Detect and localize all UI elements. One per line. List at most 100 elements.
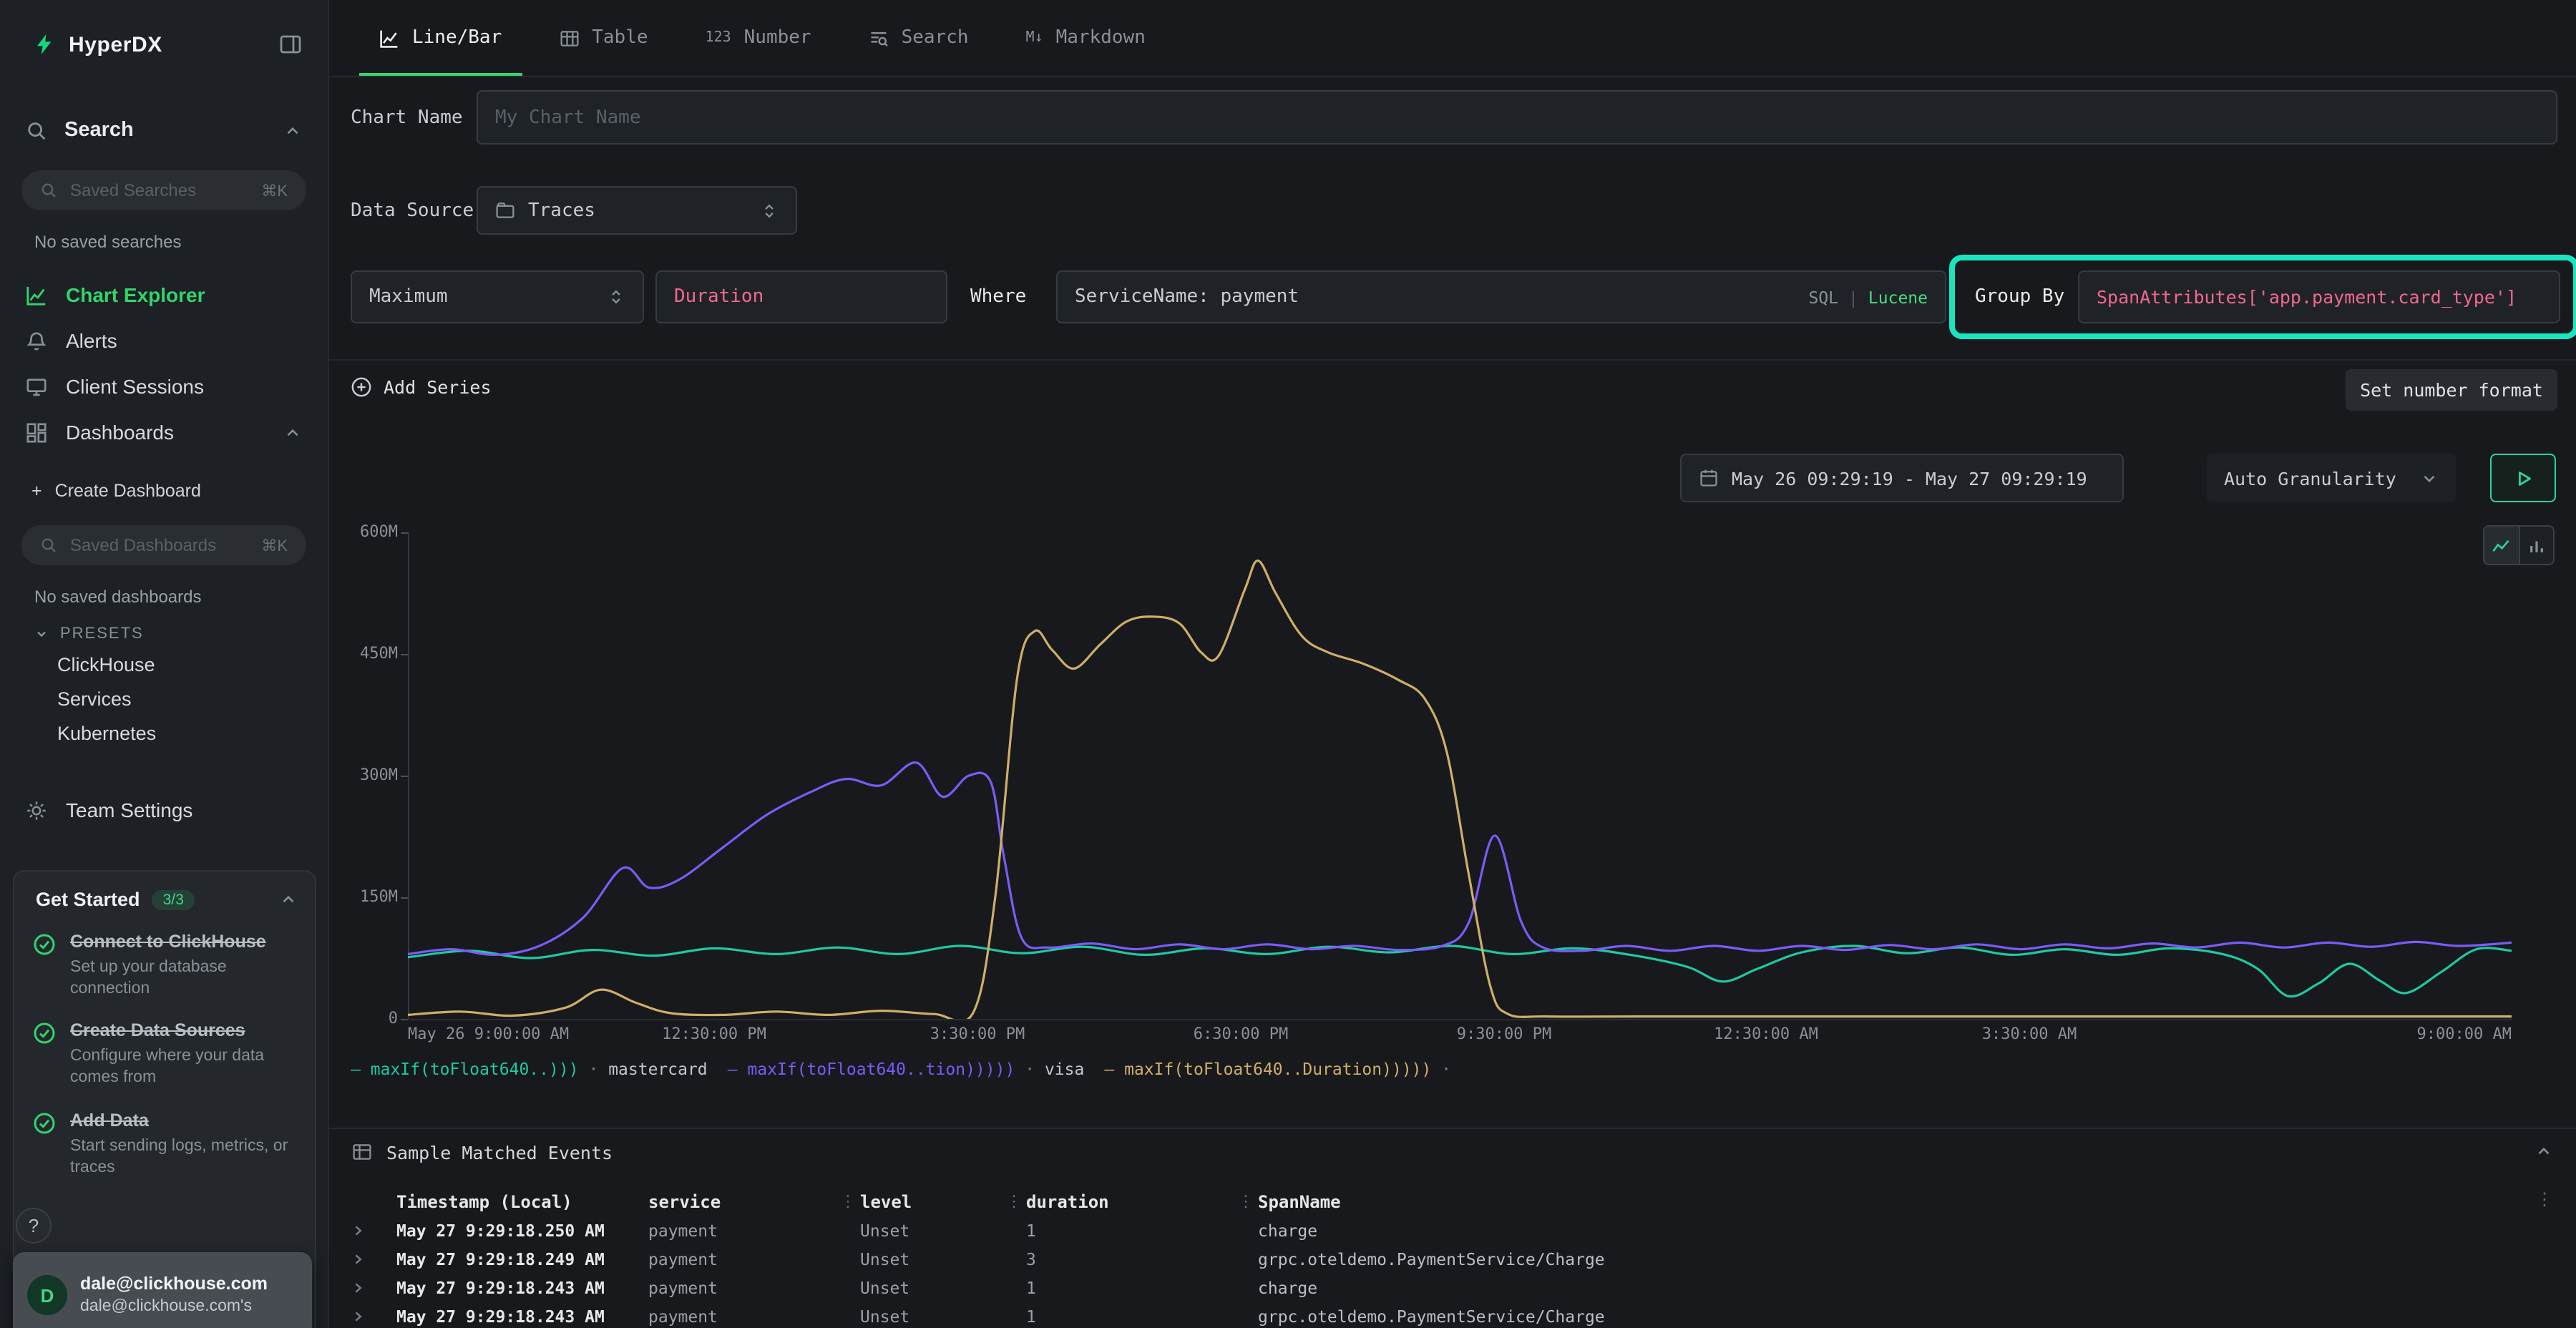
get-started-item-connect[interactable]: Connect to ClickHouse Set up your databa… xyxy=(14,910,315,1000)
y-tick-label: 600M xyxy=(329,522,398,542)
column-resize-grip[interactable]: ⋮ xyxy=(1238,1192,1254,1211)
shortcut-badge: ⌘K xyxy=(261,536,288,555)
x-tick-label: 3:30:00 PM xyxy=(930,1025,1025,1043)
chart-type-tabbar: Line/Bar Table 123 Number Search M↓ Mark… xyxy=(329,0,2576,77)
cell-duration: 1 xyxy=(1026,1307,1258,1327)
column-resize-grip[interactable]: ⋮ xyxy=(840,1192,856,1211)
field-value: Duration xyxy=(674,286,763,308)
cell-timestamp: May 27 9:29:18.243 AM xyxy=(396,1278,648,1298)
tab-line-bar[interactable]: Line/Bar xyxy=(351,0,530,76)
lucene-toggle[interactable]: Lucene xyxy=(1868,287,1928,307)
column-header-duration[interactable]: ⋮duration xyxy=(1026,1192,1258,1212)
events-header[interactable]: Sample Matched Events xyxy=(329,1129,2576,1175)
get-started-item-data-sources[interactable]: Create Data Sources Configure where your… xyxy=(14,1000,315,1089)
column-resize-grip[interactable]: ⋮ xyxy=(1006,1192,1022,1211)
timeseries-chart[interactable] xyxy=(408,532,2512,1019)
table-row[interactable]: May 27 9:29:18.243 AM payment Unset 1 ch… xyxy=(329,1274,2576,1302)
row-expand-icon[interactable] xyxy=(351,1281,396,1295)
saved-dashboards-input[interactable]: Saved Dashboards ⌘K xyxy=(21,525,306,565)
saved-searches-input[interactable]: Saved Searches ⌘K xyxy=(21,170,306,210)
play-icon xyxy=(2512,467,2534,489)
y-tick-mark xyxy=(401,1019,408,1020)
cell-level: Unset xyxy=(860,1221,1026,1241)
group-by-field[interactable]: SpanAttributes['app.payment.card_type'] xyxy=(2078,270,2560,323)
check-circle-icon xyxy=(33,933,56,956)
column-header-service[interactable]: service xyxy=(648,1192,860,1212)
get-started-item-title: Connect to ClickHouse xyxy=(70,930,270,953)
tab-number[interactable]: 123 Number xyxy=(677,0,840,76)
tab-table[interactable]: Table xyxy=(530,0,676,76)
preset-item-clickhouse[interactable]: ClickHouse xyxy=(0,647,328,681)
sidebar-item-alerts[interactable]: Alerts xyxy=(0,318,328,363)
sidebar-item-client-sessions[interactable]: Client Sessions xyxy=(0,363,328,409)
where-value: ServiceName: payment xyxy=(1075,286,1299,308)
saved-dashboards-placeholder: Saved Dashboards xyxy=(70,535,216,555)
sidebar-collapse-button[interactable] xyxy=(279,33,302,56)
chart-name-field[interactable] xyxy=(477,90,2557,145)
get-started-item-title: Add Data xyxy=(70,1109,270,1132)
tab-search[interactable]: Search xyxy=(840,0,997,76)
legend-separator: · xyxy=(588,1059,598,1079)
sidebar-item-chart-explorer[interactable]: Chart Explorer xyxy=(0,272,328,318)
chevron-up-icon xyxy=(283,121,302,140)
field-select[interactable]: Duration xyxy=(655,270,947,323)
legend-item[interactable]: — maxIf(toFloat640..Duration))))) · xyxy=(1104,1059,1451,1079)
preset-item-kubernetes[interactable]: Kubernetes xyxy=(0,716,328,750)
tab-markdown[interactable]: M↓ Markdown xyxy=(997,0,1174,76)
select-updown-icon xyxy=(760,201,779,220)
sidebar-item-dashboards[interactable]: Dashboards xyxy=(0,409,328,455)
user-email: dale@clickhouse.com xyxy=(80,1273,268,1297)
table-row[interactable]: May 27 9:29:18.250 AM payment Unset 1 ch… xyxy=(329,1216,2576,1245)
column-header-spanname[interactable]: ⋮SpanName xyxy=(1258,1192,2576,1212)
get-started-header[interactable]: Get Started 3/3 xyxy=(14,872,315,910)
aggregation-select[interactable]: Maximum xyxy=(351,270,644,323)
preset-item-services[interactable]: Services xyxy=(0,681,328,716)
hyperdx-app: HyperDX Search Saved Searches ⌘K No save… xyxy=(0,0,2576,1328)
legend-item[interactable]: — maxIf(toFloat640..))) · mastercard xyxy=(351,1059,708,1079)
sidebar-section-search[interactable]: Search xyxy=(0,109,328,152)
logo-row: HyperDX xyxy=(0,0,328,89)
get-started-item-title: Create Data Sources xyxy=(70,1020,270,1043)
run-query-button[interactable] xyxy=(2490,454,2556,502)
help-button[interactable]: ? xyxy=(16,1208,52,1244)
sidebar-item-team-settings[interactable]: Team Settings xyxy=(0,790,328,830)
table-row[interactable]: May 27 9:29:18.243 AM payment Unset 1 gr… xyxy=(329,1302,2576,1328)
chart-name-input[interactable] xyxy=(495,107,2539,128)
query-language-toggle[interactable]: SQL | Lucene xyxy=(1808,287,1928,307)
data-source-select[interactable]: Traces xyxy=(477,186,797,235)
cell-level: Unset xyxy=(860,1278,1026,1298)
column-header-level[interactable]: ⋮level xyxy=(860,1192,1026,1212)
y-tick-label: 300M xyxy=(329,766,398,786)
user-menu[interactable]: D dale@clickhouse.com dale@clickhouse.co… xyxy=(13,1252,312,1328)
bar-chart-toggle[interactable] xyxy=(2518,527,2553,564)
granularity-select[interactable]: Auto Granularity xyxy=(2207,454,2456,502)
date-range-picker[interactable]: May 26 09:29:19 - May 27 09:29:19 xyxy=(1680,454,2124,502)
team-settings-label: Team Settings xyxy=(66,799,192,821)
aggregation-value: Maximum xyxy=(369,286,448,308)
table-row[interactable]: May 27 9:29:18.249 AM payment Unset 3 gr… xyxy=(329,1245,2576,1274)
chart-name-label: Chart Name xyxy=(351,90,463,145)
table-menu-icon[interactable]: ⋮ xyxy=(2536,1189,2553,1209)
create-dashboard-button[interactable]: + Create Dashboard xyxy=(0,475,328,507)
set-number-format-button[interactable]: Set number format xyxy=(2346,369,2557,411)
column-header-timestamp[interactable]: Timestamp (Local) xyxy=(396,1192,648,1212)
add-series-button[interactable]: Add Series xyxy=(351,376,492,398)
where-field[interactable]: ServiceName: payment SQL | Lucene xyxy=(1056,270,1946,323)
row-expand-icon[interactable] xyxy=(351,1309,396,1324)
collapse-section-icon[interactable] xyxy=(2534,1142,2553,1161)
date-range-value: May 26 09:29:19 - May 27 09:29:19 xyxy=(1732,467,2087,489)
legend-item[interactable]: — maxIf(toFloat640..tion))))) · visa xyxy=(728,1059,1085,1079)
sql-toggle[interactable]: SQL xyxy=(1808,287,1838,307)
where-label: Where xyxy=(970,270,1026,323)
no-saved-dashboards-text: No saved dashboards xyxy=(34,587,328,607)
get-started-item-add-data[interactable]: Add Data Start sending logs, metrics, or… xyxy=(14,1089,315,1178)
chart-legend: — maxIf(toFloat640..))) · mastercard — m… xyxy=(351,1059,2555,1079)
presets-toggle[interactable]: PRESETS xyxy=(34,621,328,647)
cell-spanname: charge xyxy=(1258,1221,2576,1241)
group-by-value: SpanAttributes['app.payment.card_type'] xyxy=(2097,286,2517,308)
main-content: Line/Bar Table 123 Number Search M↓ Mark… xyxy=(329,0,2576,1328)
row-expand-icon[interactable] xyxy=(351,1252,396,1266)
sidebar-item-label: Dashboards xyxy=(66,421,174,444)
row-expand-icon[interactable] xyxy=(351,1224,396,1238)
legend-expr: maxIf(toFloat640..tion))))) xyxy=(747,1059,1015,1079)
